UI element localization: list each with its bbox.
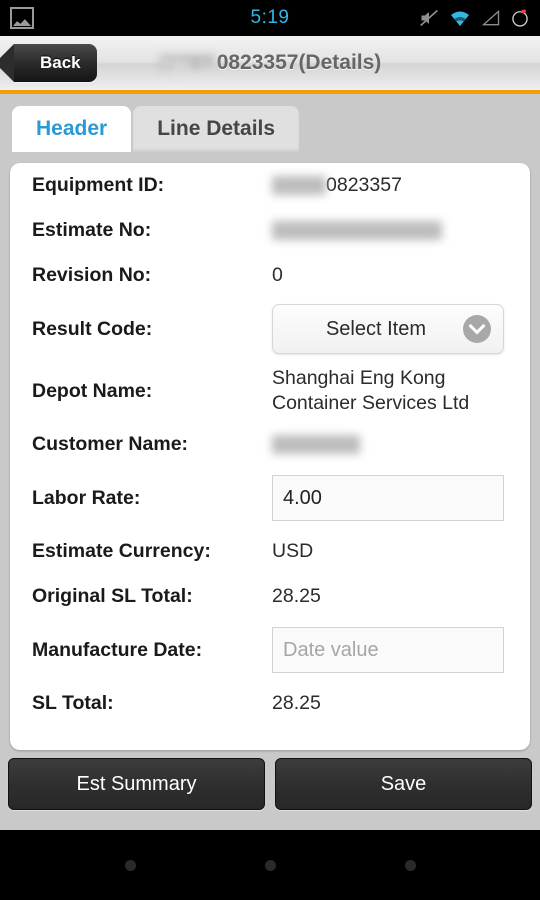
est-summary-button[interactable]: Est Summary: [8, 758, 265, 810]
save-button[interactable]: Save: [275, 758, 532, 810]
android-status-bar: 5:19: [0, 0, 540, 36]
field-row-manufacture-date: Manufacture Date: Date value: [32, 619, 508, 681]
android-navigation-bar: [0, 830, 540, 900]
bottom-action-bar: Est Summary Save: [0, 758, 540, 810]
back-button[interactable]: Back: [0, 44, 97, 82]
redacted-value: TRLU: [272, 176, 326, 196]
app-title-bar: Back TRLU 0823357(Details): [0, 36, 540, 94]
header-form-card: Equipment ID: TRLU0823357 Estimate No: C…: [10, 163, 530, 750]
battery-icon: [512, 9, 528, 27]
tab-line-details-label: Line Details: [157, 117, 276, 140]
field-label: Labor Rate:: [32, 486, 141, 509]
volume-muted-icon: [420, 9, 438, 27]
result-code-selected-value: Select Item: [325, 317, 427, 340]
field-label: Estimate No:: [32, 219, 152, 241]
field-value: USD: [272, 540, 314, 563]
field-label: Original SL Total:: [32, 585, 193, 607]
field-label: Customer Name:: [32, 433, 189, 455]
cell-signal-icon: [481, 9, 500, 26]
field-row-estimate-currency: Estimate Currency: USD: [32, 529, 508, 574]
field-row-customer-name: Customer Name: ChinaNav: [32, 422, 508, 467]
field-row-sl-total: SL Total: 28.25: [32, 681, 508, 726]
result-code-dropdown[interactable]: Select Item: [272, 304, 504, 354]
manufacture-date-placeholder: Date value: [283, 638, 379, 661]
back-nav-button[interactable]: [124, 859, 136, 871]
wifi-icon: [451, 11, 469, 26]
field-value: Shanghai Eng Kong Container Services Ltd: [272, 367, 470, 414]
field-value: 0: [272, 264, 283, 287]
field-value: 28.25: [272, 585, 321, 608]
recents-nav-button[interactable]: [404, 859, 416, 871]
field-row-result-code: Result Code: Select Item: [32, 298, 508, 360]
field-label: Manufacture Date:: [32, 638, 203, 661]
field-label: Estimate Currency:: [32, 540, 211, 562]
field-label: Result Code:: [32, 317, 153, 340]
tab-bar: Header Line Details: [0, 94, 540, 152]
field-row-labor-rate: Labor Rate: 4.00: [32, 467, 508, 529]
labor-rate-input[interactable]: 4.00: [272, 475, 504, 521]
est-summary-label: Est Summary: [76, 772, 197, 795]
field-value: 28.25: [272, 692, 321, 715]
field-value: TRLU0823357: [272, 173, 402, 198]
status-system-icons: [419, 8, 530, 28]
back-button-label: Back: [40, 53, 81, 72]
labor-rate-value: 4.00: [283, 486, 322, 509]
tab-header-label: Header: [36, 117, 108, 140]
field-label: Equipment ID:: [32, 174, 165, 196]
field-row-depot-name: Depot Name: Shanghai Eng Kong Container …: [32, 360, 508, 422]
field-value: CNSHAEKGA24299: [272, 218, 442, 243]
chevron-down-icon: [463, 315, 491, 343]
manufacture-date-input[interactable]: Date value: [272, 627, 504, 673]
field-row-equipment-id: Equipment ID: TRLU0823357: [32, 163, 508, 208]
field-label: Depot Name:: [32, 379, 153, 402]
field-row-estimate-no: Estimate No: CNSHAEKGA24299: [32, 208, 508, 253]
redacted-value: CNSHAEKGA24299: [272, 221, 442, 241]
save-label: Save: [380, 772, 427, 795]
tab-header[interactable]: Header: [12, 106, 132, 152]
equipment-id-number: 0823357: [326, 174, 402, 197]
redacted-title-prefix: TRLU: [158, 55, 215, 78]
field-row-revision-no: Revision No: 0: [32, 253, 508, 298]
field-label: Revision No:: [32, 264, 152, 286]
home-nav-button[interactable]: [264, 859, 276, 871]
redacted-value: ChinaNav: [272, 435, 360, 455]
field-label: SL Total:: [32, 692, 114, 714]
field-value: ChinaNav: [272, 432, 360, 457]
field-row-original-sl-total: Original SL Total: 28.25: [32, 574, 508, 619]
page-title-text: 0823357(Details): [216, 51, 382, 74]
tab-line-details[interactable]: Line Details: [133, 106, 300, 152]
